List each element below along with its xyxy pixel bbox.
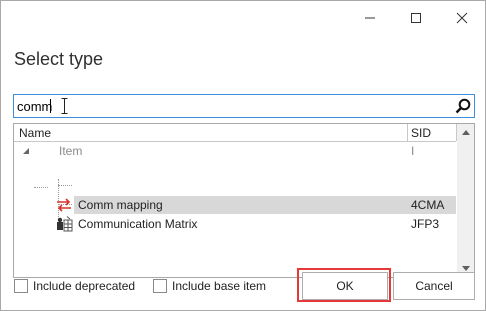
type-list: Name SID Item I Comm mapping 4CMA Commun… xyxy=(13,123,475,278)
ibeam-cursor-icon xyxy=(61,98,68,114)
scroll-up-button[interactable] xyxy=(457,124,474,141)
maximize-icon xyxy=(411,12,421,23)
mapping-arrows-icon xyxy=(57,198,71,212)
cancel-button[interactable]: Cancel xyxy=(393,272,475,300)
close-button[interactable] xyxy=(439,1,485,34)
close-icon xyxy=(456,12,468,23)
search-icon xyxy=(455,98,471,114)
column-sid-header[interactable]: SID xyxy=(411,126,431,140)
list-item[interactable]: Comm mapping 4CMA xyxy=(14,196,456,214)
include-base-item-checkbox[interactable]: Include base item xyxy=(153,278,266,294)
list-item-sid: 4CMA xyxy=(411,198,445,212)
vertical-scrollbar[interactable] xyxy=(457,124,474,277)
select-type-dialog: Select type Name SID xyxy=(0,0,486,311)
list-item-sid: JFP3 xyxy=(411,217,440,231)
chevron-up-icon xyxy=(461,130,470,135)
title-bar xyxy=(1,1,485,34)
matrix-icon xyxy=(57,216,73,232)
include-base-item-label: Include base item xyxy=(172,279,267,293)
minimize-icon xyxy=(365,17,375,18)
dialog-content: Select type Name SID xyxy=(1,34,485,310)
minimize-button[interactable] xyxy=(347,1,393,34)
list-header: Name SID xyxy=(14,124,457,142)
maximize-button[interactable] xyxy=(393,1,439,34)
search-button[interactable] xyxy=(454,97,472,115)
ok-button[interactable]: OK xyxy=(302,272,388,300)
tree-group-item[interactable]: Item I xyxy=(14,142,456,160)
group-sid: I xyxy=(411,144,415,158)
list-item-name: Communication Matrix xyxy=(78,217,198,231)
chevron-down-icon xyxy=(461,266,470,271)
column-name-header[interactable]: Name xyxy=(19,126,51,140)
include-deprecated-checkbox[interactable]: Include deprecated xyxy=(14,278,135,294)
checkbox-box[interactable] xyxy=(14,279,28,293)
search-box[interactable] xyxy=(13,94,475,118)
column-divider[interactable] xyxy=(407,124,408,141)
tree-connector xyxy=(34,187,48,188)
search-input[interactable] xyxy=(17,97,437,115)
list-item[interactable]: Communication Matrix JFP3 xyxy=(14,215,456,233)
text-caret xyxy=(50,99,51,113)
tree-connector xyxy=(58,185,72,186)
group-label: Item xyxy=(59,144,83,158)
checkbox-box[interactable] xyxy=(153,279,167,293)
collapse-triangle-icon[interactable] xyxy=(22,147,30,155)
include-deprecated-label: Include deprecated xyxy=(33,279,136,293)
dialog-heading: Select type xyxy=(14,49,104,69)
list-item-name: Comm mapping xyxy=(78,198,163,212)
